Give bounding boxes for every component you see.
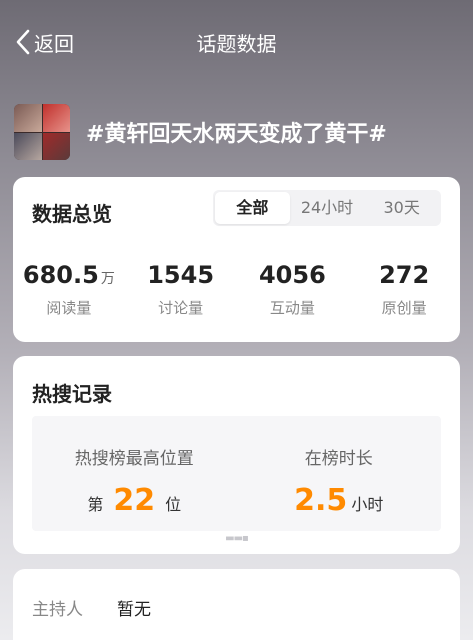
tab-30d[interactable]: 30天 (364, 192, 439, 224)
stat-reads: 680.5 万 阅读量 (13, 261, 125, 318)
stat-originals-value: 272 (379, 261, 430, 289)
stat-originals-label: 原创量 (381, 299, 427, 317)
stat-originals: 272 原创量 (348, 261, 460, 318)
topic-header: #黄轩回天水两天变成了黄干# (14, 104, 464, 160)
highest-rank: 热搜榜最高位置 第 22 位 (32, 416, 237, 531)
highest-rank-prefix: 第 (87, 495, 104, 514)
stat-reads-label: 阅读量 (46, 299, 92, 317)
tab-24h[interactable]: 24小时 (290, 192, 365, 224)
stat-interactions-label: 互动量 (269, 299, 315, 317)
highest-rank-suffix: 位 (165, 495, 182, 514)
host-label: 主持人 (32, 600, 83, 620)
stat-discussions-label: 讨论量 (158, 299, 204, 317)
stat-interactions: 4056 互动量 (237, 261, 349, 318)
host-card: 主持人 暂无 (13, 569, 460, 640)
stat-reads-unit: 万 (100, 271, 115, 287)
highest-rank-value: 22 (113, 483, 156, 518)
duration-value: 2.5 (294, 483, 348, 518)
highest-rank-label: 热搜榜最高位置 (74, 449, 194, 469)
stats-row: 680.5 万 阅读量 1545 讨论量 4056 互动量 272 原创量 (13, 261, 460, 318)
overview-card: 数据总览 全部 24小时 30天 680.5 万 阅读量 1545 讨论量 405… (13, 177, 460, 342)
duration-label: 在榜时长 (304, 449, 373, 469)
stat-discussions: 1545 讨论量 (125, 261, 237, 318)
topic-thumbnail (14, 104, 70, 160)
on-list-duration: 在榜时长 2.5 小时 (237, 416, 442, 531)
hot-search-title: 热搜记录 (32, 382, 112, 406)
host-row: 主持人 暂无 (32, 595, 151, 620)
hot-search-stats: 热搜榜最高位置 第 22 位 在榜时长 2.5 小时 (32, 416, 441, 531)
tab-all[interactable]: 全部 (215, 192, 290, 224)
stat-discussions-value: 1545 (147, 261, 215, 289)
topic-title: #黄轩回天水两天变成了黄干# (86, 122, 387, 147)
duration-suffix: 小时 (351, 495, 384, 514)
navigation-bar: 返回 话题数据 (0, 0, 473, 84)
host-value: 暂无 (117, 600, 151, 620)
page-title: 话题数据 (196, 32, 277, 56)
stat-reads-value: 680.5 (22, 261, 99, 289)
hot-search-card: 热搜记录 热搜榜最高位置 第 22 位 在榜时长 2.5 小时 ▬▬▪ (13, 356, 460, 554)
overview-title: 数据总览 (32, 202, 112, 226)
stat-interactions-value: 4056 (258, 261, 326, 289)
time-range-selector: 全部 24小时 30天 (213, 190, 441, 226)
scroll-indicator: ▬▬▪ (225, 533, 249, 544)
